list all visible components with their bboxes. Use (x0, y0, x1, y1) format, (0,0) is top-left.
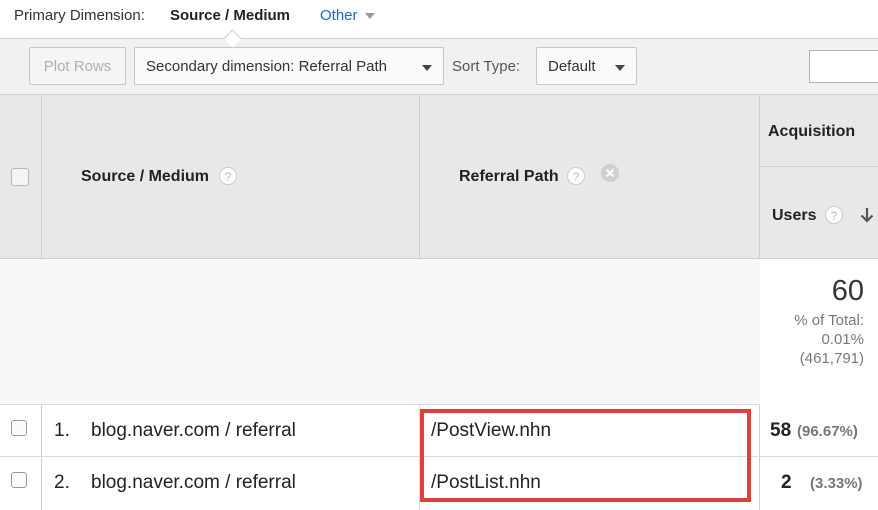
plot-rows-button[interactable]: Plot Rows (29, 47, 126, 85)
row-users-pct: (3.33%) (810, 475, 863, 492)
dropdown-caret-icon (422, 65, 432, 71)
primary-dimension-label: Primary Dimension: (14, 7, 145, 24)
row-index: 2. (54, 472, 70, 493)
highlight-box (420, 409, 751, 502)
help-icon[interactable]: ? (567, 167, 585, 185)
header-source-medium[interactable]: Source / Medium (81, 168, 209, 186)
totals-pct-value: 0.01% (821, 331, 864, 348)
totals-users-value: 60 (831, 275, 864, 307)
row-users-value: 2 (781, 472, 792, 493)
row-source-medium[interactable]: blog.naver.com / referral (91, 472, 296, 494)
row-users-value: 58 (770, 420, 792, 441)
header-acquisition: Acquisition (768, 123, 856, 140)
primary-dimension-bar: Primary Dimension: Source / Medium Other (0, 0, 878, 38)
row-users-pct: (96.67%) (797, 423, 858, 440)
header-users[interactable]: Users (772, 207, 816, 225)
sort-down-arrow-icon[interactable] (858, 206, 876, 224)
header-referral-path[interactable]: Referral Path (459, 168, 559, 186)
column-divider (419, 94, 420, 259)
table-toolbar: Plot Rows Secondary dimension: Referral … (0, 38, 878, 95)
dropdown-caret-icon (615, 65, 625, 71)
help-icon[interactable]: ? (219, 167, 237, 185)
primary-dimension-source-medium[interactable]: Source / Medium (170, 7, 290, 24)
sort-type-select[interactable]: Default (536, 47, 637, 85)
remove-dimension-icon[interactable] (601, 164, 619, 182)
sort-type-value: Default (548, 58, 596, 75)
row-source-medium[interactable]: blog.naver.com / referral (91, 420, 296, 442)
help-icon[interactable]: ? (825, 206, 843, 224)
totals-pct-label: % of Total: (794, 312, 864, 329)
secondary-dimension-label: Secondary dimension: Referral Path (146, 58, 387, 75)
header-divider (760, 166, 878, 167)
sort-type-label: Sort Type: (452, 58, 521, 75)
row-checkbox[interactable] (11, 420, 27, 436)
secondary-dimension-select[interactable]: Secondary dimension: Referral Path (134, 47, 444, 85)
select-all-checkbox[interactable] (11, 168, 29, 186)
totals-overall-value: (461,791) (799, 350, 864, 367)
chevron-down-icon[interactable] (365, 13, 375, 19)
search-input[interactable] (809, 50, 878, 83)
primary-dimension-other-link[interactable]: Other (320, 7, 358, 24)
totals-row (0, 259, 878, 405)
row-index: 1. (54, 420, 70, 441)
row-checkbox[interactable] (11, 472, 27, 488)
